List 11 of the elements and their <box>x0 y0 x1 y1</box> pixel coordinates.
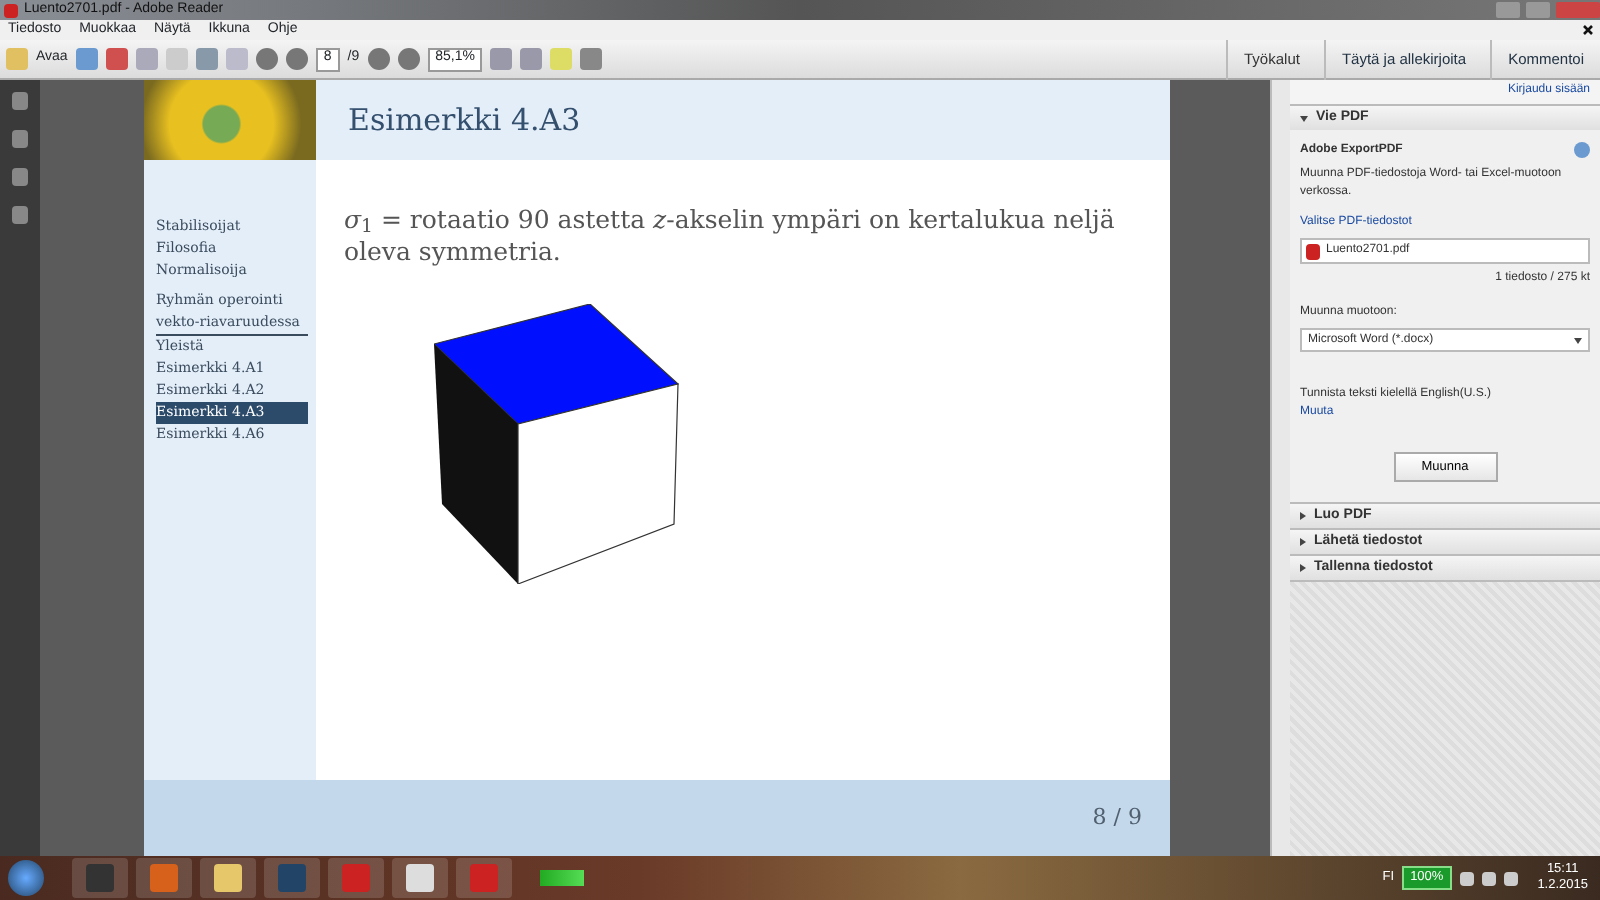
caret-right-icon <box>1300 564 1306 572</box>
caret-right-icon <box>1300 538 1306 546</box>
start-button[interactable] <box>8 860 44 896</box>
dropdown-caret-icon <box>1574 337 1582 343</box>
slide-text: σ$_{1}$ = rotaatio 90 astetta z-akselin ympäri on kertalukua neljä oleva symmetria. <box>344 204 1117 268</box>
scrollbar[interactable] <box>1270 80 1290 856</box>
caret-down-icon <box>1300 115 1308 121</box>
close-icon[interactable] <box>1582 24 1594 36</box>
slide-title: Esimerkki 4.A3 <box>316 80 1170 160</box>
caret-right-icon <box>1300 512 1306 520</box>
page-counter: 8 / 9 <box>144 780 1170 856</box>
